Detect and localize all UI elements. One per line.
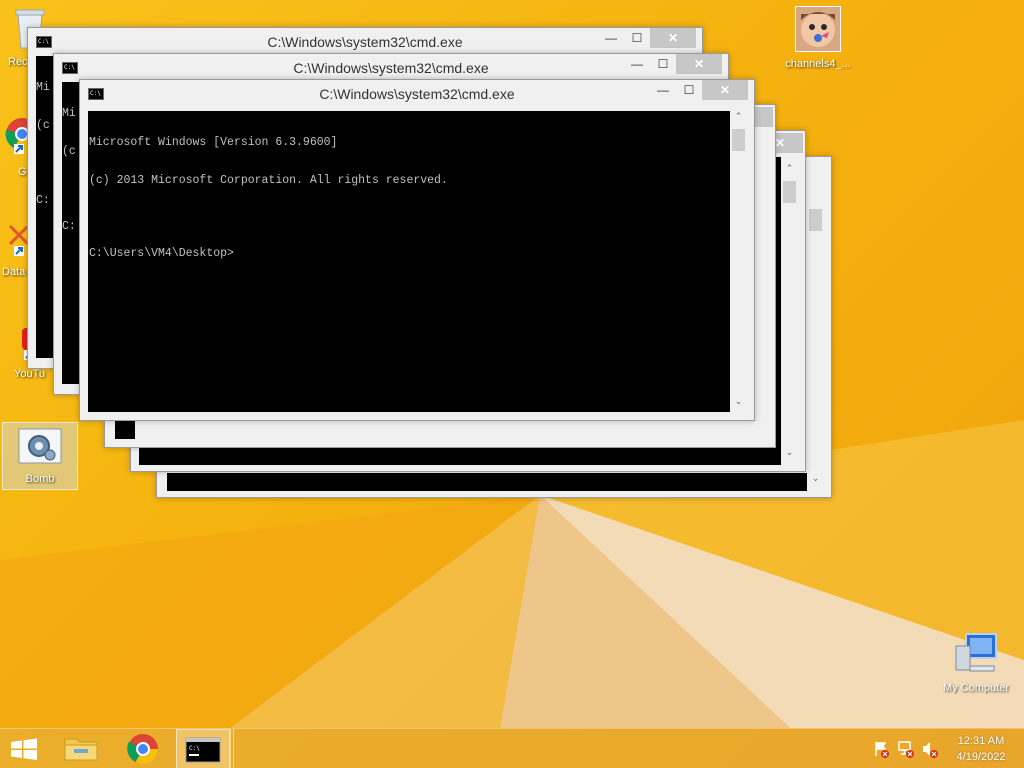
close-button[interactable]: ✕	[650, 28, 696, 48]
scroll-up-arrow-icon[interactable]: ⌃	[730, 111, 747, 122]
console-line: (c) 2013 Microsoft Corporation. All righ…	[89, 173, 448, 187]
image-file-icon	[795, 6, 841, 52]
cmd-window-active[interactable]: C:\ C:\Windows\system32\cmd.exe — ☐ ✕ Mi…	[79, 79, 755, 421]
close-button[interactable]: ✕	[702, 80, 748, 100]
scrollbar-thumb[interactable]	[783, 181, 796, 203]
title-bar[interactable]: C:\ C:\Windows\system32\cmd.exe — ☐ ✕	[28, 28, 702, 54]
scrollbar-thumb[interactable]	[732, 129, 745, 151]
title-bar[interactable]: C:\ C:\Windows\system32\cmd.exe — ☐ ✕	[54, 54, 728, 80]
desktop-icon-bomb[interactable]: Bomb	[2, 422, 78, 490]
minimize-button[interactable]: —	[650, 80, 676, 100]
console-line: Microsoft Windows [Version 6.3.9600]	[89, 136, 338, 149]
desktop-icon-channels4[interactable]: channels4_...	[778, 6, 858, 70]
svg-text:C:\: C:\	[189, 745, 200, 752]
bomb-settings-icon	[18, 428, 62, 464]
desktop-icon-label: channels4_...	[785, 58, 851, 70]
scroll-down-arrow-icon[interactable]: ⌄	[730, 396, 747, 407]
tray-network[interactable]	[896, 729, 916, 768]
maximize-button[interactable]: ☐	[650, 54, 676, 74]
minimize-button[interactable]: —	[624, 54, 650, 74]
scroll-down-arrow-icon[interactable]: ⌄	[807, 473, 824, 484]
vertical-scrollbar[interactable]: ⌄	[807, 181, 824, 491]
scrollbar-thumb[interactable]	[809, 209, 822, 231]
clock-date: 4/19/2022	[956, 751, 1006, 763]
chrome-icon	[127, 734, 158, 765]
desktop-icon-label: YouTu	[14, 368, 45, 380]
scroll-down-arrow-icon[interactable]: ⌄	[781, 447, 798, 458]
console-area[interactable]: Microsoft Windows [Version 6.3.9600] (c)…	[88, 111, 730, 412]
taskbar: C:\ 12:31 AM 4/19/2022	[0, 728, 1024, 768]
cmd-icon: C:\	[185, 737, 221, 763]
network-icon	[898, 741, 914, 758]
windows-logo-icon	[11, 738, 37, 760]
start-button[interactable]	[0, 729, 48, 768]
tray-action-center[interactable]	[872, 729, 890, 768]
scroll-up-arrow-icon[interactable]: ⌃	[781, 163, 798, 174]
clock-time: 12:31 AM	[957, 735, 1005, 747]
tray-clock[interactable]: 12:31 AM 4/19/2022	[946, 729, 1016, 768]
taskbar-file-explorer[interactable]	[56, 729, 106, 768]
close-button[interactable]: ✕	[676, 54, 722, 74]
vertical-scrollbar[interactable]: ⌃ ⌄	[730, 111, 747, 412]
computer-icon	[955, 633, 997, 672]
desktop-icon-my-computer[interactable]: My Computer	[934, 632, 1018, 694]
volume-muted-icon	[923, 742, 938, 758]
flag-warning-icon	[875, 742, 889, 758]
maximize-button[interactable]: ☐	[624, 28, 650, 48]
console-line: C:\Users\VM4\Desktop>	[89, 247, 234, 260]
taskbar-chrome[interactable]	[116, 729, 170, 768]
taskbar-stack-edge	[230, 729, 234, 768]
console-area[interactable]	[167, 473, 807, 491]
vertical-scrollbar[interactable]: ⌃ ⌄	[781, 163, 798, 463]
tray-volume[interactable]	[920, 729, 940, 768]
title-bar[interactable]: C:\ C:\Windows\system32\cmd.exe — ☐ ✕	[80, 80, 754, 106]
desktop-icon-label: My Computer	[942, 682, 1010, 694]
file-explorer-icon	[64, 738, 98, 761]
desktop-icon-label: Bomb	[25, 473, 55, 485]
taskbar-cmd[interactable]: C:\	[176, 729, 230, 768]
minimize-button[interactable]: —	[598, 28, 624, 48]
maximize-button[interactable]: ☐	[676, 80, 702, 100]
